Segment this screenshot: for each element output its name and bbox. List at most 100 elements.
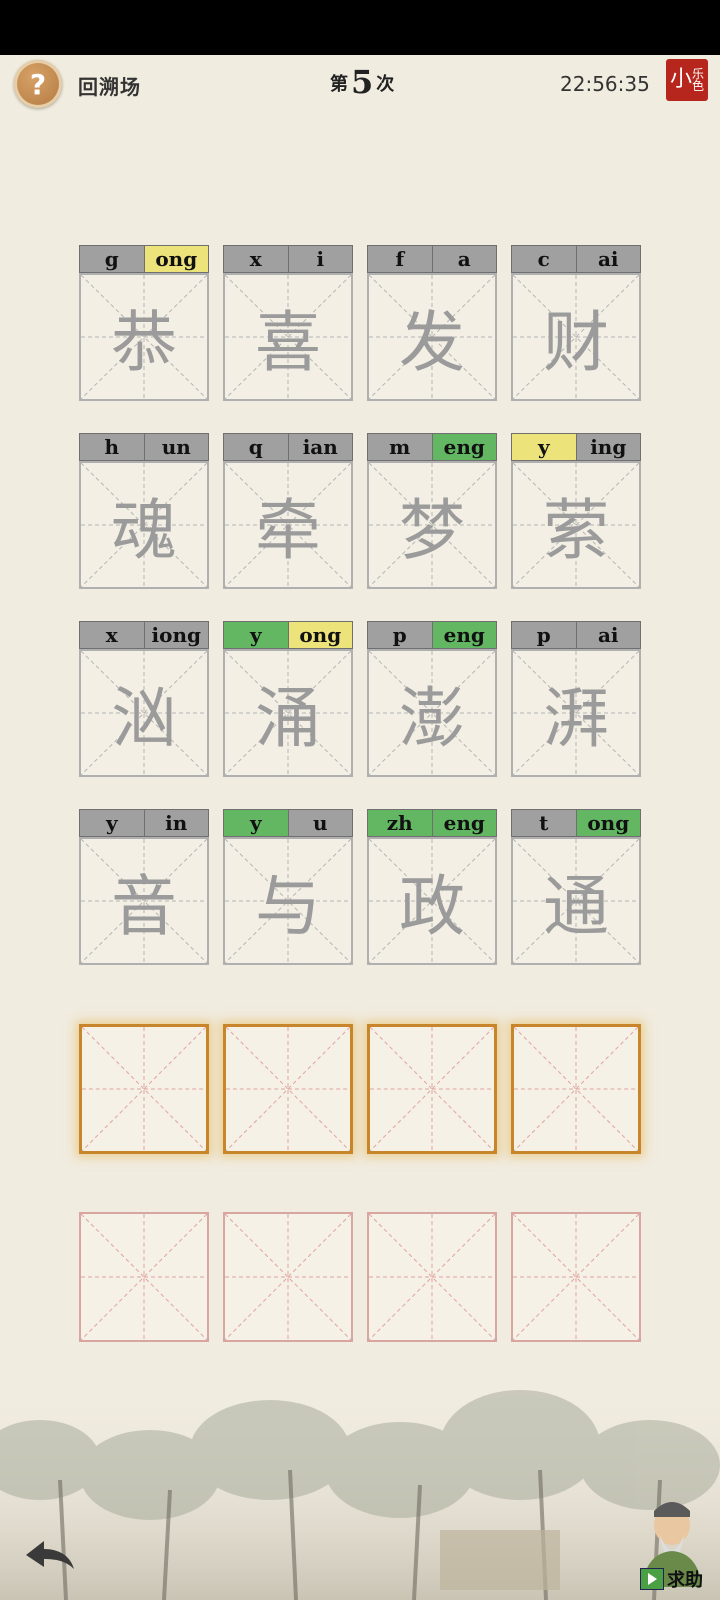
seal-logo: 小 乐 色 [666,59,708,101]
answer-slot[interactable] [367,1024,497,1154]
pinyin-initial: p [367,621,433,649]
character-grid: 湃 [511,649,641,777]
hanzi-character: 喜 [255,304,321,381]
pinyin-initial: t [511,809,577,837]
hanzi-character: 恭 [111,304,177,381]
pinyin-initial: x [223,245,289,273]
candidate-slot[interactable] [79,1212,209,1342]
clock: 22:56:35 [560,72,650,96]
guess-card: y in 音 [79,809,209,965]
character-grid: 财 [511,273,641,401]
round-counter: 第5 次 [330,63,394,101]
hanzi-character: 梦 [399,492,465,569]
pinyin-initial: g [79,245,145,273]
guess-card: g ong 恭 [79,245,209,401]
pinyin-initial: zh [367,809,433,837]
hanzi-character: 魂 [111,492,177,569]
guess-card: y ing 萦 [511,433,641,589]
hanzi-character: 牵 [255,492,321,569]
top-bar: ? 回溯场 第5 次 22:56:35 小 乐 色 [0,55,720,115]
pinyin-initial: y [511,433,577,461]
character-grid: 与 [223,837,353,965]
hanzi-character: 汹 [111,680,177,757]
pinyin-initial: p [511,621,577,649]
pinyin-initial: y [79,809,145,837]
pinyin-initial: q [223,433,289,461]
pinyin-final: i [288,245,353,273]
candidate-slot[interactable] [511,1212,641,1342]
character-grid: 恭 [79,273,209,401]
hanzi-character: 通 [543,868,609,945]
question-mark-icon[interactable]: ? [14,60,62,108]
guess-card: xi 喜 [223,245,353,401]
character-grid: 澎 [367,649,497,777]
guess-card: y ong 涌 [223,621,353,777]
scene-name: 回溯场 [78,75,141,99]
guess-card: fa 发 [367,245,497,401]
guess-card: m eng 梦 [367,433,497,589]
pinyin-final: ai [576,245,641,273]
guess-card: yu 与 [223,809,353,965]
round-suffix: 次 [376,74,395,95]
guess-card: zh eng 政 [367,809,497,965]
pinyin-final: eng [432,809,497,837]
pinyin-row: m eng [367,433,497,461]
character-grid: 汹 [79,649,209,777]
pinyin-final: u [288,809,353,837]
pinyin-initial: y [223,809,289,837]
pinyin-final: iong [144,621,209,649]
hanzi-character: 澎 [399,680,465,757]
seal-small-chars: 乐 色 [692,68,704,92]
hanzi-character: 发 [399,304,465,381]
pinyin-initial: c [511,245,577,273]
pinyin-row: yu [223,809,353,837]
hint-button[interactable]: 求助 [640,1566,703,1592]
hint-label: 求助 [667,1570,703,1591]
hanzi-character: 音 [111,868,177,945]
round-number: 5 [351,63,374,101]
pinyin-final: a [432,245,497,273]
hanzi-character: 政 [399,868,465,945]
pinyin-initial: x [79,621,145,649]
pinyin-final: in [144,809,209,837]
pinyin-final: ong [288,621,353,649]
guess-card: t ong 通 [511,809,641,965]
hanzi-character: 涌 [255,680,321,757]
pinyin-final: eng [432,433,497,461]
pinyin-initial: y [223,621,289,649]
character-grid: 通 [511,837,641,965]
character-grid: 发 [367,273,497,401]
landscape-background [0,1380,720,1600]
pinyin-row: fa [367,245,497,273]
pinyin-final: ian [288,433,353,461]
guess-card: c ai 财 [511,245,641,401]
hanzi-character: 财 [543,304,609,381]
pinyin-row: y in [79,809,209,837]
pinyin-row: y ing [511,433,641,461]
guess-card: p eng 澎 [367,621,497,777]
character-grid: 政 [367,837,497,965]
candidate-slot[interactable] [367,1212,497,1342]
pinyin-initial: m [367,433,433,461]
character-grid: 音 [79,837,209,965]
character-grid: 涌 [223,649,353,777]
pinyin-row: p ai [511,621,641,649]
pinyin-row: t ong [511,809,641,837]
seal-bottom-char: 色 [692,79,705,93]
pinyin-row: g ong [79,245,209,273]
pinyin-row: c ai [511,245,641,273]
pinyin-initial: f [367,245,433,273]
answer-slot[interactable] [511,1024,641,1154]
round-prefix: 第 [330,74,348,95]
candidate-slot[interactable] [223,1212,353,1342]
answer-slot[interactable] [223,1024,353,1154]
hanzi-character: 与 [255,868,321,945]
pinyin-row: y ong [223,621,353,649]
pinyin-initial: h [79,433,145,461]
pinyin-row: x iong [79,621,209,649]
answer-slot[interactable] [79,1024,209,1154]
character-grid: 魂 [79,461,209,589]
guess-card: p ai 湃 [511,621,641,777]
back-arrow-icon[interactable] [22,1535,78,1575]
pinyin-row: q ian [223,433,353,461]
